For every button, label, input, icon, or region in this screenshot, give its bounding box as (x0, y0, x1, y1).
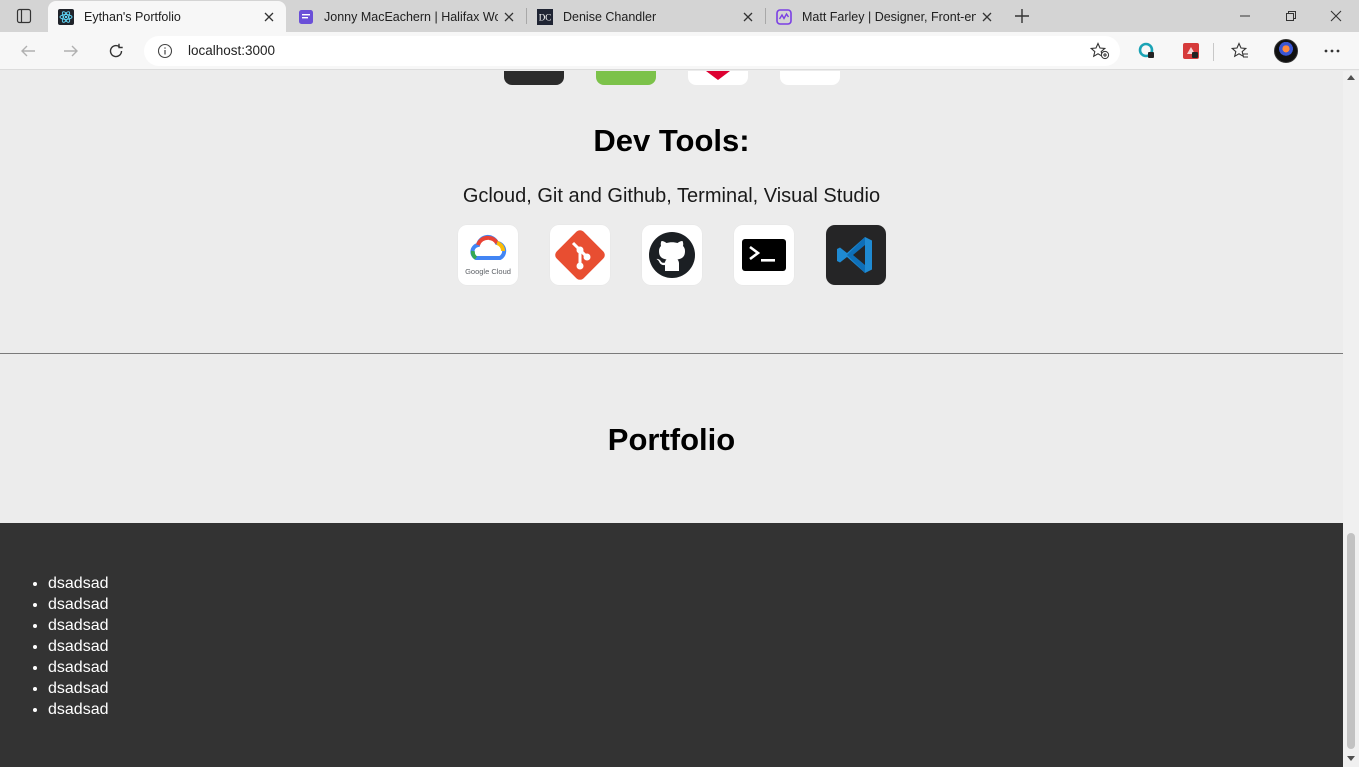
tab-actions-button[interactable] (10, 4, 38, 28)
tab-title: Jonny MacEachern | Halifax Word (324, 9, 498, 24)
address-text: localhost:3000 (188, 43, 276, 58)
close-tab-button[interactable] (498, 6, 520, 28)
svg-text:DC: DC (539, 12, 552, 22)
close-icon (504, 12, 514, 21)
page-content: Dev Tools: Gcloud, Git and Github, Termi… (0, 71, 1343, 767)
refresh-icon (109, 43, 123, 58)
extension-button-1[interactable] (1132, 37, 1162, 65)
toolbar-separator (1213, 43, 1214, 61)
new-tab-button[interactable] (1009, 3, 1035, 29)
close-icon (1330, 10, 1342, 22)
list-item: dsadsad (48, 657, 109, 678)
site-info-icon[interactable] (156, 42, 174, 60)
tab-matt-farley[interactable]: Matt Farley | Designer, Front-end (766, 1, 1004, 32)
tab-actions-icon (16, 8, 32, 24)
extension-shield-icon (1138, 42, 1154, 58)
forward-arrow-icon (64, 45, 78, 57)
star-add-icon (1090, 42, 1110, 60)
github-icon (642, 225, 702, 285)
minimize-button[interactable] (1222, 0, 1268, 32)
dev-tools-description: Gcloud, Git and Github, Terminal, Visual… (462, 185, 881, 207)
section-divider (0, 353, 1343, 354)
list-item: dsadsad (48, 636, 109, 657)
navigation-toolbar: localhost:3000 (0, 32, 1359, 70)
tab-eythans-portfolio[interactable]: Eythan's Portfolio (48, 1, 286, 32)
close-tab-button[interactable] (737, 6, 759, 28)
vscode-icon (826, 225, 886, 285)
back-button[interactable] (13, 37, 43, 65)
dev-tools-heading: Dev Tools: (593, 123, 750, 158)
google-cloud-caption: Google Cloud (465, 267, 511, 276)
terminal-icon (734, 225, 794, 285)
list-item: dsadsad (48, 699, 109, 720)
plus-icon (1015, 9, 1029, 23)
tab-title: Matt Farley | Designer, Front-end (802, 9, 976, 24)
list-item: dsadsad (48, 594, 109, 615)
list-item: dsadsad (48, 615, 109, 636)
add-favorite-button[interactable] (1088, 40, 1112, 62)
vertical-scrollbar[interactable] (1343, 71, 1359, 767)
favorites-button[interactable] (1225, 37, 1255, 65)
skill-icon (780, 71, 840, 85)
minimize-icon (1240, 15, 1250, 17)
close-icon (982, 12, 992, 21)
close-window-button[interactable] (1313, 0, 1359, 32)
restore-icon (1286, 11, 1296, 21)
more-icon (1324, 49, 1340, 53)
project-icon (504, 71, 564, 85)
close-icon (264, 12, 274, 21)
tab-title: Denise Chandler (563, 9, 657, 24)
profile-avatar[interactable] (1274, 39, 1298, 63)
dc-icon: DC (537, 8, 553, 25)
address-bar[interactable]: localhost:3000 (144, 36, 1120, 66)
back-arrow-icon (21, 45, 35, 57)
tab-denise-chandler[interactable]: DC Denise Chandler (527, 1, 765, 32)
restore-button[interactable] (1268, 0, 1314, 32)
forward-button[interactable] (56, 37, 86, 65)
list-item: dsadsad (48, 573, 109, 594)
list-item: dsadsad (48, 678, 109, 699)
tab-strip: Eythan's Portfolio Jonny MacEachern | Ha… (0, 0, 1359, 32)
tab-jonny-maceachern[interactable]: Jonny MacEachern | Halifax Word (288, 1, 526, 32)
scroll-up-arrow-icon[interactable] (1347, 75, 1355, 80)
git-icon (550, 225, 610, 285)
extension-puzzle-icon (1183, 43, 1199, 59)
favorites-icon (1231, 42, 1248, 58)
refresh-button[interactable] (101, 37, 131, 65)
dev-tools-icons: Google Cloud (0, 225, 1343, 285)
close-icon (743, 12, 753, 21)
portfolio-list: dsadsad dsadsad dsadsad dsadsad dsadsad … (48, 573, 109, 720)
document-icon (298, 9, 314, 25)
angular-icon (688, 71, 748, 85)
close-tab-button[interactable] (976, 6, 998, 28)
scroll-thumb[interactable] (1347, 533, 1355, 749)
extension-button-2[interactable] (1176, 37, 1206, 65)
pulse-icon (776, 8, 792, 25)
react-icon (58, 8, 74, 25)
close-tab-button[interactable] (258, 6, 280, 28)
scroll-down-arrow-icon[interactable] (1347, 756, 1355, 761)
portfolio-list-section: dsadsad dsadsad dsadsad dsadsad dsadsad … (0, 523, 1343, 767)
tab-title: Eythan's Portfolio (84, 9, 181, 24)
google-cloud-icon: Google Cloud (458, 225, 518, 285)
nodejs-icon (596, 71, 656, 85)
portfolio-heading: Portfolio (607, 422, 736, 457)
settings-menu-button[interactable] (1317, 37, 1347, 65)
